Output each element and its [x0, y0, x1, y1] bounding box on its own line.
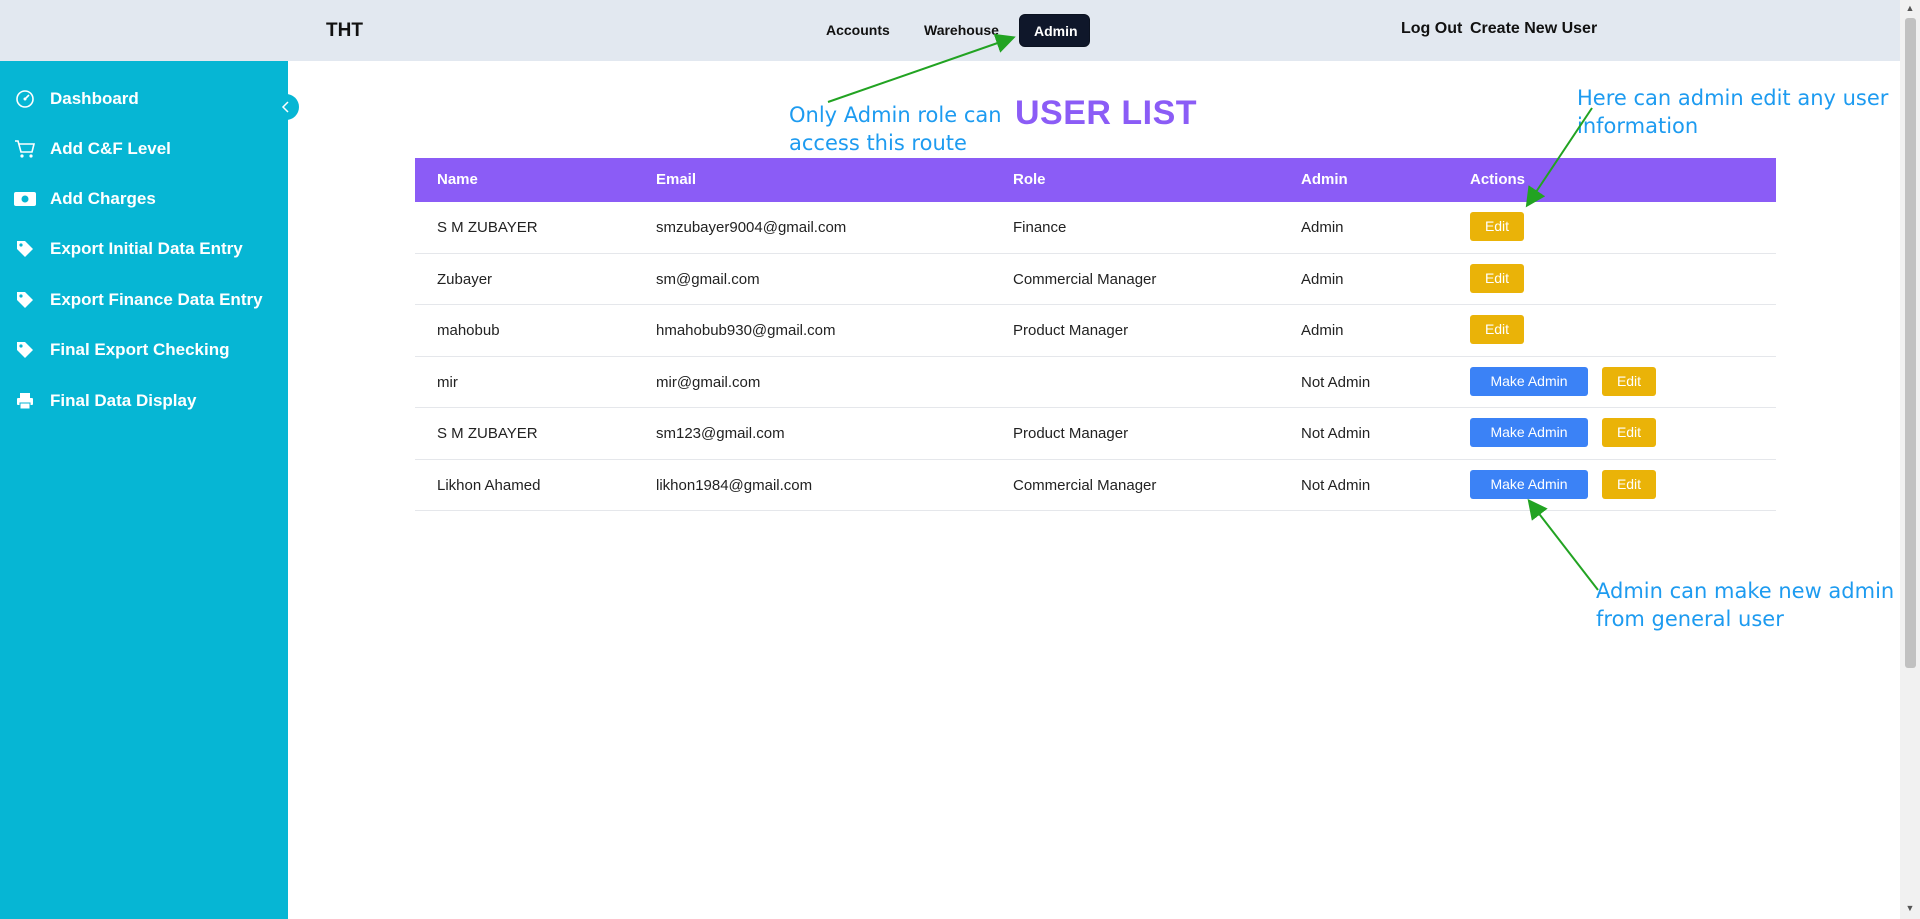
- arrow-to-make-admin-button: [1527, 498, 1599, 591]
- annotation-arrows: [827, 33, 1599, 591]
- scroll-up-icon[interactable]: ▲: [1904, 3, 1916, 15]
- page-scrollbar[interactable]: ▲ ▼: [1900, 0, 1920, 919]
- scroll-thumb[interactable]: [1905, 18, 1916, 668]
- arrow-to-edit-button: [1525, 107, 1593, 208]
- scroll-down-icon[interactable]: ▼: [1904, 903, 1916, 915]
- arrow-to-admin-nav: [827, 33, 1016, 103]
